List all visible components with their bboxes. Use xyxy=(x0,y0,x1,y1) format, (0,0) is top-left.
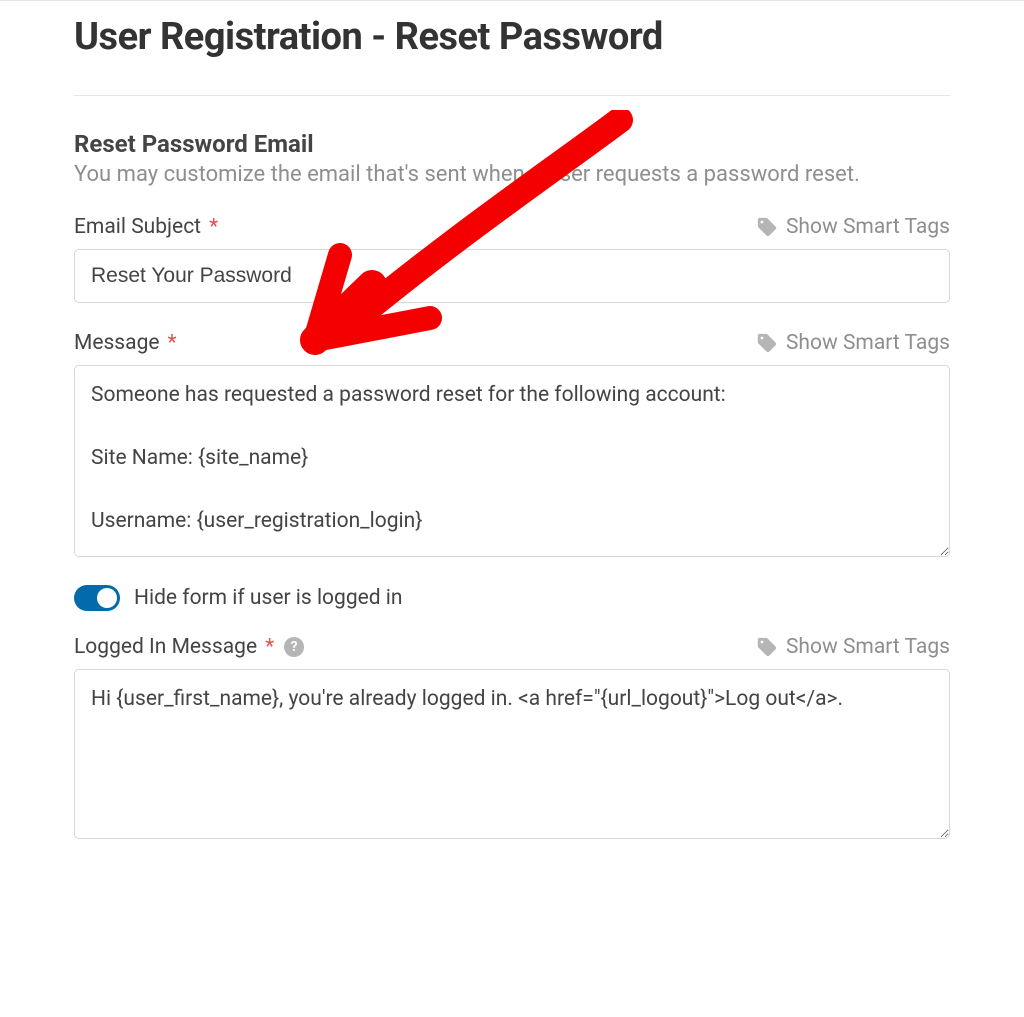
smart-tags-label: Show Smart Tags xyxy=(786,331,950,355)
page-title: User Registration - Reset Password xyxy=(74,15,950,59)
message-label-text: Message xyxy=(74,331,160,355)
tag-icon xyxy=(756,216,778,238)
message-label: Message * xyxy=(74,331,177,355)
section-description: You may customize the email that's sent … xyxy=(74,162,950,187)
email-subject-input[interactable] xyxy=(74,249,950,303)
tag-icon xyxy=(756,332,778,354)
logged-in-message-row: Logged In Message * ? Show Smart Tags xyxy=(74,635,950,659)
message-row: Message * Show Smart Tags xyxy=(74,331,950,355)
logged-in-message-textarea[interactable] xyxy=(74,669,950,839)
top-divider xyxy=(0,0,1024,1)
hide-form-toggle-row: Hide form if user is logged in xyxy=(74,585,950,611)
email-subject-row: Email Subject * Show Smart Tags xyxy=(74,215,950,239)
logged-in-message-label: Logged In Message * ? xyxy=(74,635,304,659)
section-title: Reset Password Email xyxy=(74,130,950,158)
show-smart-tags-subject[interactable]: Show Smart Tags xyxy=(756,215,950,239)
section-divider xyxy=(74,95,950,96)
required-marker: * xyxy=(209,215,218,239)
toggle-knob xyxy=(97,588,117,608)
email-subject-label: Email Subject * xyxy=(74,215,218,239)
show-smart-tags-message[interactable]: Show Smart Tags xyxy=(756,331,950,355)
settings-container: User Registration - Reset Password Reset… xyxy=(0,15,1024,903)
logged-in-message-label-text: Logged In Message xyxy=(74,635,257,659)
hide-form-toggle-label: Hide form if user is logged in xyxy=(134,586,403,610)
tag-icon xyxy=(756,636,778,658)
hide-form-toggle[interactable] xyxy=(74,585,120,611)
message-textarea[interactable] xyxy=(74,365,950,557)
required-marker: * xyxy=(168,331,177,355)
required-marker: * xyxy=(265,635,274,659)
show-smart-tags-logged[interactable]: Show Smart Tags xyxy=(756,635,950,659)
email-subject-label-text: Email Subject xyxy=(74,215,201,239)
smart-tags-label: Show Smart Tags xyxy=(786,635,950,659)
smart-tags-label: Show Smart Tags xyxy=(786,215,950,239)
help-icon[interactable]: ? xyxy=(284,637,304,657)
